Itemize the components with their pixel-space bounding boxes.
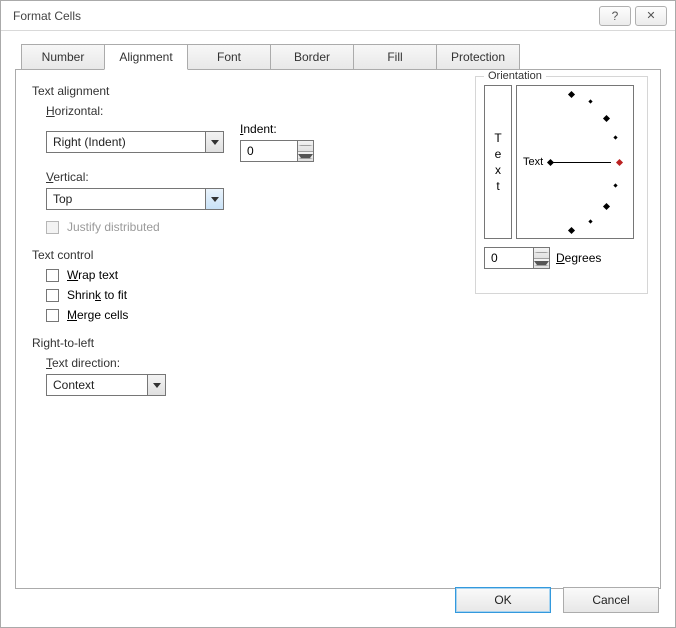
indent-spinner[interactable]: 0	[240, 140, 314, 162]
degrees-spinner[interactable]: 0	[484, 247, 550, 269]
spin-down-icon[interactable]	[534, 259, 549, 269]
orientation-group: Orientation T e x t Text	[475, 76, 648, 294]
wrap-text-checkbox[interactable]	[46, 269, 59, 282]
merge-cells-checkbox[interactable]	[46, 309, 59, 322]
shrink-to-fit-checkbox[interactable]	[46, 289, 59, 302]
ok-button[interactable]: OK	[455, 587, 551, 613]
window-title: Format Cells	[13, 9, 81, 23]
indent-value: 0	[241, 141, 297, 161]
text-direction-label: Text direction:	[46, 356, 644, 370]
indent-label: Indent:	[240, 122, 314, 136]
tab-strip: Number Alignment Font Border Fill Protec…	[21, 43, 661, 69]
help-icon: ?	[612, 9, 619, 23]
orientation-heading: Orientation	[484, 70, 546, 82]
dialog-buttons: OK Cancel	[455, 587, 659, 613]
close-icon: ✕	[646, 9, 655, 22]
orientation-dial[interactable]: Text	[516, 85, 634, 239]
tab-fill[interactable]: Fill	[353, 44, 437, 70]
wrap-text-label: Wrap text	[67, 268, 118, 282]
spin-up-icon[interactable]	[298, 141, 313, 152]
tab-number[interactable]: Number	[21, 44, 105, 70]
right-to-left-heading: Right-to-left	[32, 336, 644, 350]
horizontal-value: Right (Indent)	[47, 135, 205, 149]
orientation-vertical-text[interactable]: T e x t	[484, 85, 512, 239]
text-direction-combo[interactable]: Context	[46, 374, 166, 396]
tab-alignment[interactable]: Alignment	[104, 44, 188, 70]
shrink-to-fit-label: Shrink to fit	[67, 288, 127, 302]
vertical-combo[interactable]: Top	[46, 188, 224, 210]
cancel-button[interactable]: Cancel	[563, 587, 659, 613]
spin-up-icon[interactable]	[534, 248, 549, 259]
merge-cells-label: Merge cells	[67, 308, 128, 322]
orientation-line	[551, 162, 611, 163]
orientation-text-label: Text	[523, 156, 543, 168]
degrees-value: 0	[485, 248, 533, 268]
vertical-value: Top	[47, 192, 205, 206]
format-cells-dialog: Format Cells ? ✕ Number Alignment Font B…	[0, 0, 676, 628]
chevron-down-icon	[147, 375, 165, 395]
help-button[interactable]: ?	[599, 6, 631, 26]
chevron-down-icon	[205, 189, 223, 209]
degrees-label: Degrees	[556, 251, 601, 265]
chevron-down-icon	[205, 132, 223, 152]
horizontal-combo[interactable]: Right (Indent)	[46, 131, 224, 153]
tab-border[interactable]: Border	[270, 44, 354, 70]
tab-font[interactable]: Font	[187, 44, 271, 70]
tab-pane-alignment: Text alignment Horizontal: Right (Indent…	[15, 69, 661, 589]
tab-protection[interactable]: Protection	[436, 44, 520, 70]
spin-down-icon[interactable]	[298, 152, 313, 162]
close-button[interactable]: ✕	[635, 6, 667, 26]
text-direction-value: Context	[47, 378, 147, 392]
justify-distributed-label: Justify distributed	[67, 220, 160, 234]
justify-distributed-checkbox	[46, 221, 59, 234]
titlebar: Format Cells ? ✕	[1, 1, 675, 31]
